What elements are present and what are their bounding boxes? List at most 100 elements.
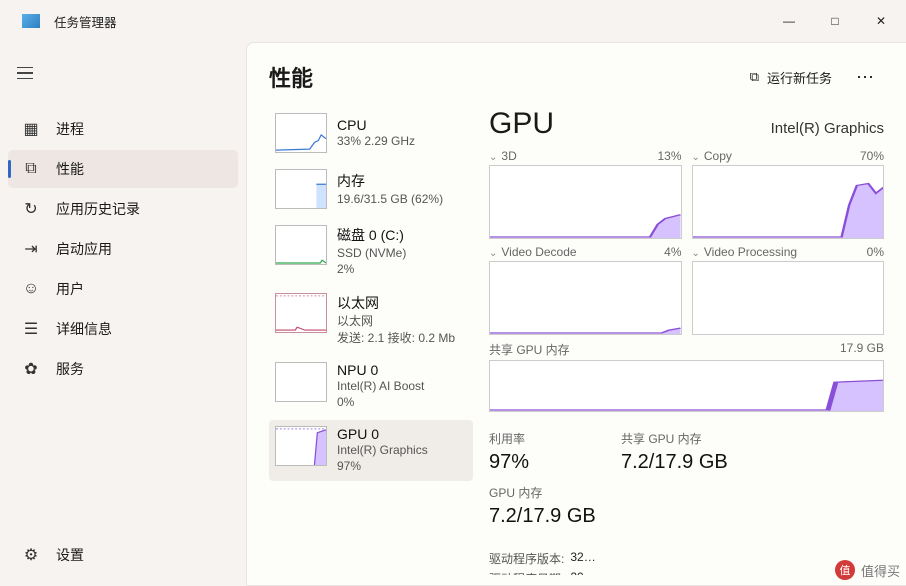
sidebar-item-label: 用户	[56, 279, 84, 299]
gear-icon: ⚙	[20, 545, 42, 565]
perf-item-cpu[interactable]: CPU 33% 2.29 GHz	[269, 107, 473, 159]
processes-icon: ▦	[20, 119, 42, 139]
chart-video-decode[interactable]: Video Decode 4%	[489, 245, 682, 335]
run-new-task-button[interactable]: ⧉ 运行新任务	[740, 62, 842, 93]
watermark-text: 值得买	[861, 561, 900, 580]
chart-name: Video Processing	[692, 245, 798, 259]
chart-name: Video Decode	[489, 245, 577, 259]
chart-shared-gpu-memory[interactable]: 共享 GPU 内存17.9 GB	[489, 341, 884, 412]
users-icon: ☺	[20, 280, 42, 298]
util-label: 利用率	[489, 430, 599, 447]
gpu-detail-panel: GPU Intel(R) Graphics 3D 13% Copy 70% Vide…	[483, 107, 884, 575]
close-button[interactable]: ✕	[858, 5, 904, 37]
perf-item-name: NPU 0	[337, 362, 424, 378]
perf-item-ethernet[interactable]: 以太网 以太网 发送: 2.1 接收: 0.2 Mb	[269, 287, 473, 351]
chart-video-processing[interactable]: Video Processing 0%	[692, 245, 885, 335]
settings-button[interactable]: ⚙ 设置	[8, 536, 238, 574]
ethernet-thumbnail-chart	[275, 293, 327, 333]
npu-thumbnail-chart	[275, 362, 327, 402]
performance-list: CPU 33% 2.29 GHz 内存 19.6/31.5 GB (62%)	[269, 107, 473, 575]
perf-item-name: 磁盘 0 (C:)	[337, 225, 406, 245]
sidebar-item-label: 应用历史记录	[56, 199, 140, 219]
kv-key: 驱动程序日期:	[489, 570, 564, 575]
run-task-icon: ⧉	[750, 69, 759, 85]
kv-val: 32…	[570, 550, 595, 567]
sidebar-item-app-history[interactable]: ↻ 应用历史记录	[8, 190, 238, 228]
perf-item-name: 内存	[337, 171, 443, 191]
perf-item-sub: Intel(R) Graphics 97%	[337, 442, 428, 474]
maximize-button[interactable]: □	[812, 5, 858, 37]
chart-name: 3D	[489, 149, 517, 163]
main-panel: 性能 ⧉ 运行新任务 ⋯ CPU 33% 2.29 GHz	[246, 42, 906, 586]
util-value: 97%	[489, 451, 599, 474]
app-icon	[22, 14, 40, 28]
hamburger-icon	[17, 67, 33, 79]
perf-item-gpu[interactable]: GPU 0 Intel(R) Graphics 97%	[269, 420, 473, 480]
chart-value: 4%	[664, 245, 681, 259]
sidebar-item-label: 性能	[56, 159, 84, 179]
chart-name: Copy	[692, 149, 732, 163]
chart-value: 70%	[860, 149, 884, 163]
sidebar-item-details[interactable]: ☰ 详细信息	[8, 310, 238, 348]
performance-icon: ⧉	[20, 160, 42, 178]
perf-item-sub: 33% 2.29 GHz	[337, 133, 415, 149]
watermark: 值 值得买	[835, 560, 900, 580]
sidebar-item-label: 详细信息	[56, 319, 112, 339]
startup-icon: ⇥	[20, 239, 42, 259]
sidebar-item-users[interactable]: ☺ 用户	[8, 270, 238, 308]
watermark-badge-icon: 值	[835, 560, 855, 580]
run-task-label: 运行新任务	[767, 68, 832, 87]
shared-mem-label: 共享 GPU 内存	[621, 430, 731, 447]
sidebar-item-label: 进程	[56, 119, 84, 139]
nav-toggle-button[interactable]	[6, 56, 44, 90]
gpu-engine-charts: 3D 13% Copy 70% Video Decode 4% Video Proce…	[489, 149, 884, 412]
perf-item-name: 以太网	[337, 293, 455, 313]
perf-item-sub: Intel(R) AI Boost 0%	[337, 378, 424, 410]
memory-thumbnail-chart	[275, 169, 327, 209]
main-header: 性能 ⧉ 运行新任务 ⋯	[269, 61, 884, 93]
detail-model: Intel(R) Graphics	[771, 120, 884, 137]
sidebar-item-label: 启动应用	[56, 239, 112, 259]
perf-item-disk[interactable]: 磁盘 0 (C:) SSD (NVMe) 2%	[269, 219, 473, 283]
sidebar-item-services[interactable]: ✿ 服务	[8, 350, 238, 388]
details-icon: ☰	[20, 319, 42, 339]
sidebar-item-startup-apps[interactable]: ⇥ 启动应用	[8, 230, 238, 268]
detail-title: GPU	[489, 107, 554, 141]
cpu-thumbnail-chart	[275, 113, 327, 153]
sidebar-item-label: 服务	[56, 359, 84, 379]
services-icon: ✿	[20, 359, 42, 379]
perf-item-npu[interactable]: NPU 0 Intel(R) AI Boost 0%	[269, 356, 473, 416]
nav-list: ▦ 进程 ⧉ 性能 ↻ 应用历史记录 ⇥ 启动应用 ☺ 用户 ☰ 详细信息	[4, 110, 242, 536]
more-options-button[interactable]: ⋯	[848, 63, 884, 92]
minimize-button[interactable]: —	[766, 5, 812, 37]
perf-item-name: CPU	[337, 117, 415, 133]
settings-label: 设置	[56, 545, 84, 565]
app-title: 任务管理器	[54, 12, 766, 31]
page-title: 性能	[269, 61, 740, 93]
perf-item-sub: SSD (NVMe) 2%	[337, 245, 406, 277]
title-bar: 任务管理器 — □ ✕	[0, 0, 906, 42]
kv-val: 20…	[570, 570, 595, 575]
chart-value: 17.9 GB	[840, 341, 884, 358]
chart-value: 0%	[867, 245, 884, 259]
perf-item-memory[interactable]: 内存 19.6/31.5 GB (62%)	[269, 163, 473, 215]
disk-thumbnail-chart	[275, 225, 327, 265]
perf-item-name: GPU 0	[337, 426, 428, 442]
gpu-thumbnail-chart	[275, 426, 327, 466]
gpu-properties: 驱动程序版本:32… 驱动程序日期:20… DirectX 版本:12… 物理位…	[489, 550, 621, 575]
chart-copy[interactable]: Copy 70%	[692, 149, 885, 239]
gpu-stats: 利用率 97% GPU 内存 7.2/17.9 GB 共享 GPU 内存 7.2…	[489, 424, 884, 575]
perf-item-sub: 19.6/31.5 GB (62%)	[337, 191, 443, 207]
window-controls: — □ ✕	[766, 5, 904, 37]
perf-item-sub: 以太网 发送: 2.1 接收: 0.2 Mb	[337, 313, 455, 345]
history-icon: ↻	[20, 199, 42, 219]
chart-3d[interactable]: 3D 13%	[489, 149, 682, 239]
gpu-mem-label: GPU 内存	[489, 484, 599, 501]
sidebar: ▦ 进程 ⧉ 性能 ↻ 应用历史记录 ⇥ 启动应用 ☺ 用户 ☰ 详细信息	[0, 42, 246, 586]
chart-value: 13%	[657, 149, 681, 163]
kv-key: 驱动程序版本:	[489, 550, 564, 567]
sidebar-item-performance[interactable]: ⧉ 性能	[8, 150, 238, 188]
shared-mem-value: 7.2/17.9 GB	[621, 451, 731, 474]
gpu-mem-value: 7.2/17.9 GB	[489, 505, 599, 528]
sidebar-item-processes[interactable]: ▦ 进程	[8, 110, 238, 148]
